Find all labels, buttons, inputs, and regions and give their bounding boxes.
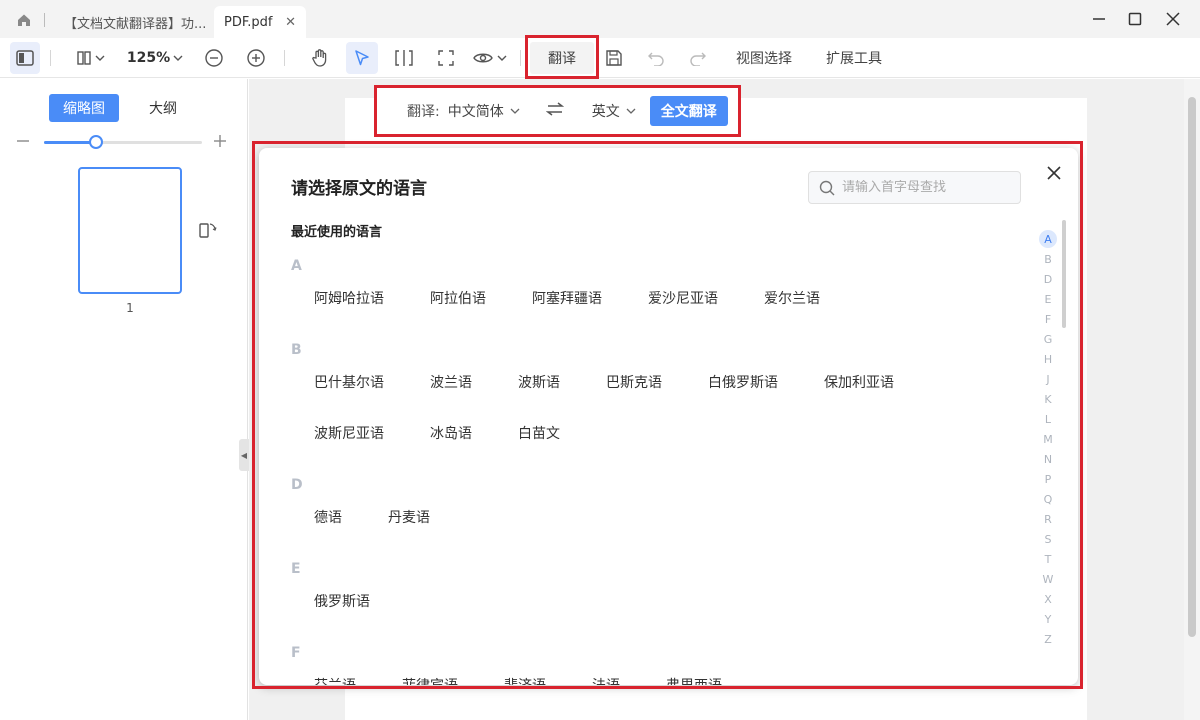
tab-pdf[interactable]: PDF.pdf ✕ (214, 6, 306, 38)
dialog-highlight (252, 141, 1083, 689)
fullscreen-icon[interactable] (434, 42, 458, 74)
minimize-icon[interactable] (1086, 6, 1112, 32)
tab-thumbnail[interactable]: 缩略图 (49, 94, 119, 122)
maximize-icon[interactable] (1122, 6, 1148, 32)
page-thumbnail[interactable] (78, 167, 182, 294)
redo-icon[interactable] (686, 42, 710, 74)
close-window-icon[interactable] (1160, 6, 1186, 32)
extend-tools-menu[interactable]: 扩展工具 (818, 42, 890, 74)
translate-bar-highlight (374, 85, 741, 137)
rotate-page-icon[interactable] (198, 220, 218, 240)
toolbar: 125% 翻译 视图选择 扩展工具 (0, 38, 1200, 78)
select-tool-icon[interactable] (346, 42, 378, 74)
zoom-value: 125% (126, 50, 171, 66)
view-select-menu[interactable]: 视图选择 (728, 42, 800, 74)
document-scrollbar[interactable] (1184, 79, 1200, 720)
close-tab-icon[interactable]: ✕ (285, 15, 296, 30)
zoom-dropdown[interactable]: 125% (124, 42, 186, 74)
page-layout-icon[interactable] (72, 42, 110, 74)
scrollbar-thumb[interactable] (1188, 97, 1196, 637)
toolbar-separator (520, 50, 521, 66)
thumbnail-page-number: 1 (126, 301, 134, 315)
thumbnail-panel: 缩略图 大纲 1 ◀ (0, 79, 249, 720)
hand-tool-icon[interactable] (306, 42, 334, 74)
home-icon[interactable] (14, 10, 34, 30)
zoom-in-icon[interactable] (244, 42, 268, 74)
slider-thumb[interactable] (89, 135, 104, 149)
tab-outline[interactable]: 大纲 (128, 94, 198, 122)
tab-outline-label: 大纲 (149, 101, 177, 117)
collapse-panel-handle[interactable]: ◀ (239, 439, 249, 471)
toolbar-separator (50, 50, 51, 66)
zoom-out-icon[interactable] (202, 42, 226, 74)
tab-separator (44, 13, 45, 27)
sidebar-toggle-icon[interactable] (10, 42, 40, 74)
tab-label: PDF.pdf (224, 14, 273, 30)
thumbnail-zoom-out-icon[interactable] (16, 134, 32, 150)
save-icon[interactable] (602, 42, 626, 74)
extend-tools-label: 扩展工具 (826, 51, 882, 67)
chevron-down-icon (173, 50, 183, 66)
eye-icon (473, 53, 493, 63)
split-view-icon[interactable] (392, 42, 416, 74)
view-mode-dropdown[interactable] (470, 42, 510, 74)
tab-label: 【文档文献翻译器】功... (64, 16, 207, 32)
toolbar-separator (284, 50, 285, 66)
thumbnail-size-slider[interactable] (44, 135, 202, 149)
translate-button-highlight (525, 35, 599, 79)
thumbnail-zoom-in-icon[interactable] (213, 134, 229, 150)
view-select-label: 视图选择 (736, 51, 792, 67)
tab-bar: 【文档文献翻译器】功... PDF.pdf ✕ (0, 0, 1200, 38)
undo-icon[interactable] (644, 42, 668, 74)
tab-thumbnail-label: 缩略图 (63, 101, 105, 117)
chevron-down-icon (497, 55, 507, 61)
tab-document-translator[interactable]: 【文档文献翻译器】功... (54, 6, 210, 38)
